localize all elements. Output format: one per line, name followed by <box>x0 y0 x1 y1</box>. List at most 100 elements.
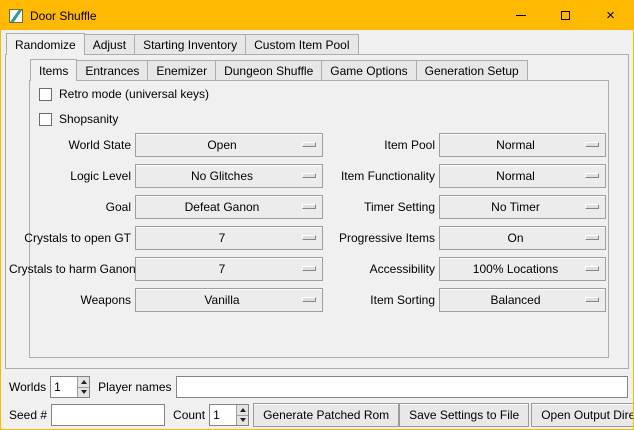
form-row: Crystals to harm Ganon 7 Accessibility 1… <box>9 256 606 281</box>
maximize-icon <box>561 11 570 20</box>
form-row: World State Open Item Pool Normal <box>9 132 606 157</box>
count-label: Count <box>173 408 205 422</box>
crystals-harm-ganon-value: 7 <box>219 262 240 276</box>
timer-setting-value: No Timer <box>491 200 554 214</box>
dropdown-indicator-icon <box>585 204 599 209</box>
accessibility-value: 100% Locations <box>473 262 572 276</box>
down-arrow-icon <box>240 418 246 422</box>
spin-up-button[interactable] <box>78 377 89 387</box>
item-sorting-label: Item Sorting <box>327 293 435 307</box>
tab-starting-inventory[interactable]: Starting Inventory <box>134 34 246 54</box>
form-row: Weapons Vanilla Item Sorting Balanced <box>9 287 606 312</box>
crystals-open-gt-dropdown[interactable]: 7 <box>135 226 323 250</box>
tab-adjust[interactable]: Adjust <box>84 34 135 54</box>
minimize-button[interactable] <box>498 1 543 30</box>
shopsanity-checkbox[interactable] <box>39 113 52 126</box>
count-spin-buttons <box>236 405 248 425</box>
logic-level-dropdown[interactable]: No Glitches <box>135 164 323 188</box>
dropdown-indicator-icon <box>585 297 599 302</box>
close-button[interactable]: × <box>588 1 633 30</box>
worlds-label: Worlds <box>9 380 46 394</box>
spin-down-button[interactable] <box>237 415 248 426</box>
item-pool-dropdown[interactable]: Normal <box>439 133 606 157</box>
shopsanity-label: Shopsanity <box>59 112 118 126</box>
logic-level-value: No Glitches <box>191 169 267 183</box>
maximize-button[interactable] <box>543 1 588 30</box>
spin-up-button[interactable] <box>237 405 248 415</box>
world-state-label: World State <box>9 138 131 152</box>
tab-items[interactable]: Items <box>30 59 77 81</box>
progressive-items-label: Progressive Items <box>327 231 435 245</box>
dropdown-indicator-icon <box>302 266 316 271</box>
dropdown-indicator-icon <box>302 235 316 240</box>
item-pool-value: Normal <box>496 138 549 152</box>
weapons-value: Vanilla <box>204 293 253 307</box>
worlds-stepper[interactable] <box>50 376 90 398</box>
item-functionality-dropdown[interactable]: Normal <box>439 164 606 188</box>
shopsanity-row: Shopsanity <box>39 111 118 127</box>
item-functionality-label: Item Functionality <box>327 169 435 183</box>
generate-patched-rom-button[interactable]: Generate Patched Rom <box>253 403 399 427</box>
tab-dungeon-shuffle[interactable]: Dungeon Shuffle <box>215 60 322 80</box>
form-row: Logic Level No Glitches Item Functionali… <box>9 163 606 188</box>
window: Door Shuffle × Randomize Adjust Starting… <box>0 0 634 430</box>
dropdown-indicator-icon <box>302 142 316 147</box>
player-names-input[interactable] <box>176 376 629 398</box>
app-icon <box>9 9 23 23</box>
count-input[interactable] <box>210 405 236 425</box>
item-pool-label: Item Pool <box>327 138 435 152</box>
tab-randomize[interactable]: Randomize <box>6 33 85 55</box>
tab-generation-setup[interactable]: Generation Setup <box>416 60 528 80</box>
progressive-items-value: On <box>507 231 537 245</box>
crystals-harm-ganon-dropdown[interactable]: 7 <box>135 257 323 281</box>
titlebar[interactable]: Door Shuffle × <box>1 1 633 30</box>
worlds-spin-buttons <box>77 377 89 397</box>
world-state-value: Open <box>207 138 250 152</box>
progressive-items-dropdown[interactable]: On <box>439 226 606 250</box>
open-output-directory-button[interactable]: Open Output Directory <box>531 403 634 427</box>
spin-down-button[interactable] <box>78 387 89 398</box>
timer-setting-label: Timer Setting <box>327 200 435 214</box>
worlds-row: Worlds Player names <box>9 375 628 399</box>
dropdown-indicator-icon <box>585 142 599 147</box>
dropdown-indicator-icon <box>302 204 316 209</box>
world-state-dropdown[interactable]: Open <box>135 133 323 157</box>
item-sorting-dropdown[interactable]: Balanced <box>439 288 606 312</box>
weapons-dropdown[interactable]: Vanilla <box>135 288 323 312</box>
up-arrow-icon <box>81 380 87 384</box>
seed-input[interactable] <box>51 404 165 426</box>
logic-level-label: Logic Level <box>9 169 131 183</box>
dropdown-indicator-icon <box>302 173 316 178</box>
window-controls: × <box>498 1 633 30</box>
main-tab-bar: Randomize Adjust Starting Inventory Cust… <box>6 34 359 55</box>
weapons-label: Weapons <box>9 293 131 307</box>
count-stepper[interactable] <box>209 404 249 426</box>
seed-row: Seed # Count Generate Patched Rom Save S… <box>9 403 628 427</box>
goal-value: Defeat Ganon <box>185 200 274 214</box>
form-row: Goal Defeat Ganon Timer Setting No Timer <box>9 194 606 219</box>
dropdown-indicator-icon <box>585 235 599 240</box>
goal-label: Goal <box>9 200 131 214</box>
accessibility-label: Accessibility <box>327 262 435 276</box>
crystals-open-gt-label: Crystals to open GT <box>9 231 131 245</box>
up-arrow-icon <box>240 408 246 412</box>
dropdown-indicator-icon <box>585 173 599 178</box>
crystals-open-gt-value: 7 <box>219 231 240 245</box>
retro-mode-checkbox[interactable] <box>39 88 52 101</box>
crystals-harm-ganon-label: Crystals to harm Ganon <box>9 262 131 276</box>
retro-mode-label: Retro mode (universal keys) <box>59 87 209 101</box>
worlds-input[interactable] <box>51 377 77 397</box>
item-functionality-value: Normal <box>496 169 549 183</box>
dropdown-indicator-icon <box>585 266 599 271</box>
goal-dropdown[interactable]: Defeat Ganon <box>135 195 323 219</box>
retro-mode-row: Retro mode (universal keys) <box>39 86 209 102</box>
tab-custom-item-pool[interactable]: Custom Item Pool <box>245 34 358 54</box>
minimize-icon <box>516 15 526 16</box>
accessibility-dropdown[interactable]: 100% Locations <box>439 257 606 281</box>
tab-game-options[interactable]: Game Options <box>321 60 416 80</box>
tab-entrances[interactable]: Entrances <box>76 60 148 80</box>
save-settings-button[interactable]: Save Settings to File <box>399 403 529 427</box>
timer-setting-dropdown[interactable]: No Timer <box>439 195 606 219</box>
dropdown-indicator-icon <box>302 297 316 302</box>
tab-enemizer[interactable]: Enemizer <box>147 60 216 80</box>
